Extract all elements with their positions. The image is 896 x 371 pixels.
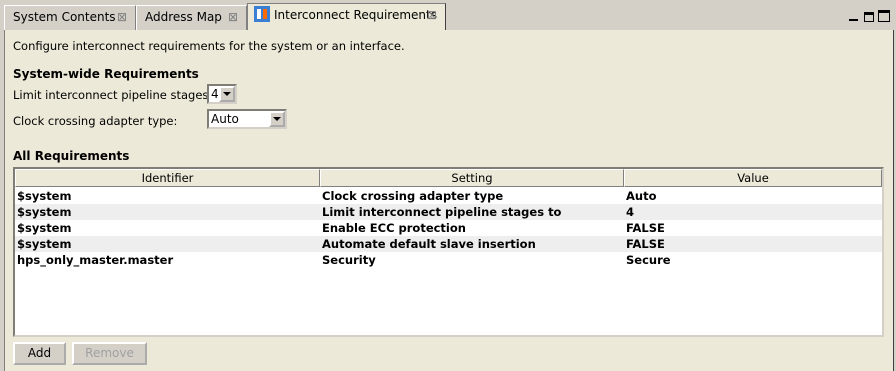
identifier-cell: $system (17, 189, 72, 203)
tab-label: Interconnect Requirements (274, 8, 437, 22)
minimize-icon[interactable] (848, 10, 860, 22)
setting-cell: Enable ECC protection (322, 221, 466, 235)
pipeline-stages-value: 4 (211, 87, 219, 101)
maximize-icon[interactable] (878, 10, 890, 22)
identifier-cell: $system (17, 221, 72, 235)
table-header: Identifier Setting Value (15, 169, 882, 187)
identifier-cell: $system (17, 237, 72, 251)
tab-address-map[interactable]: Address Map ⊠ (136, 5, 247, 30)
value-cell[interactable]: Auto (624, 188, 882, 204)
clock-crossing-select[interactable]: Auto (207, 109, 287, 129)
identifier-cell: hps_only_master.master (17, 253, 174, 267)
table-row[interactable]: $system Automate default slave insertion… (15, 236, 882, 252)
requirements-table[interactable]: Identifier Setting Value $system Clock c… (13, 167, 884, 337)
column-header-identifier[interactable]: Identifier (15, 169, 320, 187)
tab-label: Address Map (145, 10, 222, 24)
close-icon[interactable]: ⊠ (228, 6, 238, 29)
interconnect-requirements-panel: Configure interconnect requirements for … (4, 30, 894, 371)
panel-description: Configure interconnect requirements for … (13, 39, 405, 53)
close-icon[interactable]: ⊠ (117, 6, 127, 29)
pipeline-stages-select[interactable]: 4 (207, 84, 237, 104)
add-button[interactable]: Add (13, 342, 66, 365)
tab-interconnect-requirements[interactable]: Interconnect Requirements ⊠ (247, 3, 446, 30)
value-cell[interactable]: FALSE (624, 236, 882, 252)
setting-cell: Limit interconnect pipeline stages to (322, 205, 562, 219)
clock-crossing-label: Clock crossing adapter type: (13, 114, 178, 128)
column-header-value[interactable]: Value (624, 169, 882, 187)
tab-system-contents[interactable]: System Contents ⊠ (4, 5, 136, 30)
table-row[interactable]: $system Limit interconnect pipeline stag… (15, 204, 882, 220)
close-icon[interactable]: ⊠ (427, 4, 437, 27)
identifier-cell: $system (17, 205, 72, 219)
value-cell[interactable]: 4 (624, 204, 882, 220)
setting-cell: Security (322, 253, 376, 267)
restore-icon[interactable] (864, 12, 874, 22)
all-requirements-title: All Requirements (13, 149, 130, 163)
column-header-setting[interactable]: Setting (320, 169, 624, 187)
tab-strip: System Contents ⊠ Address Map ⊠ Intercon… (0, 0, 896, 30)
remove-button[interactable]: Remove (72, 342, 147, 365)
chevron-down-icon[interactable] (219, 86, 235, 102)
window-controls (848, 10, 890, 24)
tab-label: System Contents (13, 10, 116, 24)
setting-cell: Automate default slave insertion (322, 237, 536, 251)
table-row[interactable]: hps_only_master.master Security Secure (15, 252, 882, 268)
setting-cell: Clock crossing adapter type (322, 189, 504, 203)
system-wide-title: System-wide Requirements (13, 67, 199, 81)
value-cell[interactable]: Secure (624, 252, 882, 268)
pipeline-stages-label: Limit interconnect pipeline stages to: (13, 88, 228, 102)
table-row[interactable]: $system Clock crossing adapter type Auto (15, 188, 882, 204)
chevron-down-icon[interactable] (269, 111, 285, 127)
clock-crossing-value: Auto (211, 112, 239, 126)
interconnect-icon (254, 6, 270, 22)
table-row[interactable]: $system Enable ECC protection FALSE (15, 220, 882, 236)
value-cell[interactable]: FALSE (624, 220, 882, 236)
